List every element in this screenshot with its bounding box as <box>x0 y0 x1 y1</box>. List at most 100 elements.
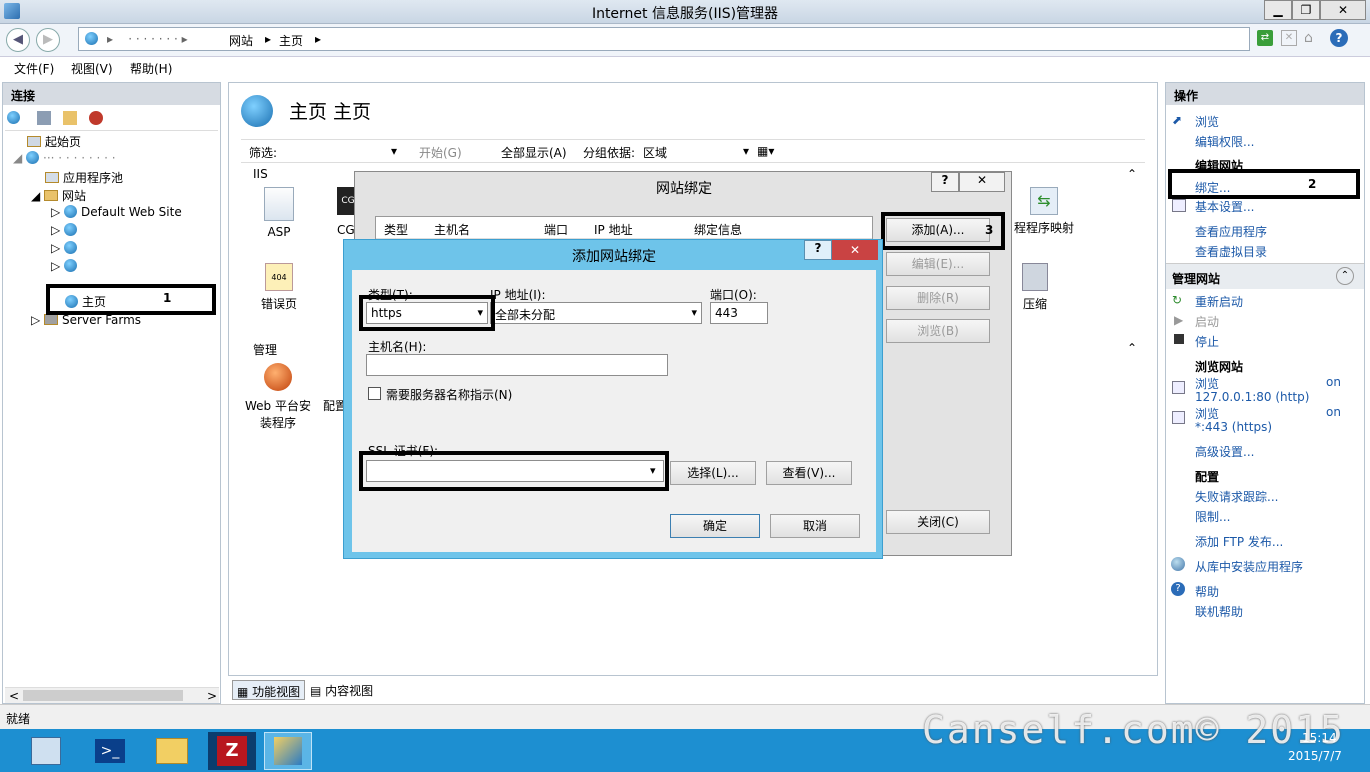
action-start[interactable]: 启动 <box>1195 313 1219 330</box>
action-restart[interactable]: 重新启动 <box>1195 293 1243 310</box>
tree-site-3[interactable]: ▷ <box>51 241 81 255</box>
start-filter-button[interactable]: 开始(G) <box>419 144 462 161</box>
address-seg-sites[interactable]: 网站 <box>229 32 253 49</box>
tray-clock-time[interactable]: 15:14 <box>1302 731 1337 745</box>
col-type[interactable]: 类型 <box>384 221 408 238</box>
action-browse-1-addr[interactable]: 127.0.0.1:80 (http) <box>1195 390 1309 404</box>
action-browse-2-suffix[interactable]: on <box>1326 405 1341 419</box>
server-manager-icon[interactable] <box>22 732 70 770</box>
tree-sites[interactable]: ◢ 网站 <box>31 187 86 204</box>
scroll-left-icon[interactable]: < <box>9 689 19 703</box>
tree-server[interactable]: ◢ ··· · · · · · · · · <box>13 151 116 165</box>
menu-help[interactable]: 帮助(H) <box>130 60 172 77</box>
remove-binding-button[interactable]: 删除(R) <box>886 286 990 310</box>
cancel-button[interactable]: 取消 <box>770 514 860 538</box>
feature-webpi[interactable]: Web 平台安装程序 <box>243 363 313 431</box>
action-advanced-settings[interactable]: 高级设置... <box>1195 443 1254 460</box>
up-icon[interactable] <box>63 111 77 125</box>
view-mode-icon[interactable]: ▦▾ <box>757 144 774 158</box>
settings-icon <box>1172 199 1186 212</box>
tree-site-4[interactable]: ▷ <box>51 259 81 273</box>
page-globe-icon <box>241 95 273 127</box>
action-view-vdirs[interactable]: 查看虚拟目录 <box>1195 243 1267 260</box>
add-binding-help-button[interactable]: ? <box>804 240 832 260</box>
address-seg-home[interactable]: 主页 <box>279 32 303 49</box>
group-by-value[interactable]: 区域 <box>643 144 667 161</box>
action-add-ftp[interactable]: 添加 FTP 发布... <box>1195 533 1283 550</box>
close-bindings-button[interactable]: 关闭(C) <box>886 510 990 534</box>
tree-site-2[interactable]: ▷ <box>51 223 81 237</box>
add-binding-close-x[interactable]: ✕ <box>832 240 878 260</box>
action-failed-requests[interactable]: 失败请求跟踪... <box>1195 488 1278 505</box>
select-cert-button[interactable]: 选择(L)... <box>670 461 756 485</box>
feature-error-pages[interactable]: 404 错误页 <box>259 263 299 312</box>
tab-content-view[interactable]: ▤ 内容视图 <box>310 682 373 699</box>
menu-view[interactable]: 视图(V) <box>71 60 113 77</box>
feature-asp[interactable]: ASP <box>257 187 301 239</box>
tray-clock-date[interactable]: 2015/7/7 <box>1288 749 1342 763</box>
stop-icon[interactable]: ✕ <box>1281 30 1297 46</box>
config-header: 配置 <box>1195 470 1220 484</box>
tree-start-page[interactable]: 起始页 <box>27 133 81 150</box>
action-online-help[interactable]: 联机帮助 <box>1195 603 1243 620</box>
filezilla-icon[interactable]: Z <box>208 732 256 770</box>
action-limits[interactable]: 限制... <box>1195 508 1230 525</box>
action-browse-1-suffix[interactable]: on <box>1326 375 1341 389</box>
browse-binding-button[interactable]: 浏览(B) <box>886 319 990 343</box>
powershell-icon[interactable]: >_ <box>86 732 134 770</box>
iis-manager-taskbar-icon[interactable] <box>264 732 312 770</box>
forward-button[interactable]: ▶ <box>36 28 60 52</box>
action-help[interactable]: 帮助 <box>1195 583 1219 600</box>
home-icon[interactable]: ⌂ <box>1304 30 1320 46</box>
col-port[interactable]: 端口 <box>544 221 568 238</box>
ip-select[interactable]: 全部未分配 ▾ <box>490 302 702 324</box>
tree-server-farms[interactable]: ▷ Server Farms <box>31 313 141 327</box>
action-stop[interactable]: 停止 <box>1195 333 1219 350</box>
connect-icon[interactable] <box>7 111 20 124</box>
col-ip[interactable]: IP 地址 <box>594 221 633 238</box>
tree-app-pools[interactable]: 应用程序池 <box>45 169 123 186</box>
scroll-right-icon[interactable]: > <box>207 689 217 703</box>
title-bar: Internet 信息服务(IIS)管理器 ▁ ❐ ✕ <box>0 0 1370 24</box>
action-basic-settings[interactable]: 基本设置... <box>1195 198 1254 215</box>
tree-default-site[interactable]: ▷ Default Web Site <box>51 205 182 219</box>
close-button[interactable]: ✕ <box>1320 0 1366 20</box>
action-gallery[interactable]: 从库中安装应用程序 <box>1195 558 1303 575</box>
stop-site-icon <box>1174 334 1184 344</box>
collapse-manage-icon[interactable]: ⌃ <box>1127 341 1137 355</box>
group-by-caret[interactable]: ▾ <box>743 144 749 158</box>
minimize-button[interactable]: ▁ <box>1264 0 1292 20</box>
edit-binding-button[interactable]: 编辑(E)... <box>886 252 990 276</box>
refresh-icon[interactable]: ⇄ <box>1257 30 1273 46</box>
collapse-iis-icon[interactable]: ⌃ <box>1127 167 1137 181</box>
explorer-icon[interactable] <box>148 732 196 770</box>
scroll-thumb[interactable] <box>23 690 183 701</box>
site-bindings-help-button[interactable]: ? <box>931 172 959 192</box>
delete-connection-icon[interactable] <box>89 111 103 125</box>
collapse-manage-site-icon[interactable]: ⌃ <box>1336 267 1354 285</box>
feature-compression[interactable]: 压缩 <box>1015 263 1055 312</box>
action-edit-perms[interactable]: 编辑权限... <box>1195 133 1254 150</box>
help-icon[interactable]: ? <box>1330 29 1348 47</box>
address-box[interactable]: ▸ · · · · · · · ▸ 网站 ▸ 主页 ▸ <box>78 27 1250 51</box>
ok-button[interactable]: 确定 <box>670 514 760 538</box>
action-view-apps[interactable]: 查看应用程序 <box>1195 223 1267 240</box>
view-cert-button[interactable]: 查看(V)... <box>766 461 852 485</box>
site-bindings-close-x[interactable]: ✕ <box>959 172 1005 192</box>
col-host[interactable]: 主机名 <box>434 221 470 238</box>
maximize-button[interactable]: ❐ <box>1292 0 1320 20</box>
action-browse-2-addr[interactable]: *:443 (https) <box>1195 420 1272 434</box>
host-input[interactable] <box>366 354 668 376</box>
col-binding-info[interactable]: 绑定信息 <box>694 221 742 238</box>
save-icon[interactable] <box>37 111 51 125</box>
feature-handler-mappings[interactable]: ⇆ 程程序映射 <box>1009 187 1079 236</box>
action-browse[interactable]: 浏览 <box>1195 113 1219 130</box>
back-button[interactable]: ◀ <box>6 28 30 52</box>
tree-scrollbar[interactable]: < > <box>5 687 219 703</box>
menu-file[interactable]: 文件(F) <box>14 60 54 77</box>
tab-features-view[interactable]: ▦ 功能视图 <box>232 680 306 700</box>
sni-checkbox[interactable] <box>368 387 381 400</box>
filter-dropdown[interactable]: ▾ <box>391 144 397 158</box>
show-all-button[interactable]: 全部显示(A) <box>501 144 567 161</box>
port-input[interactable]: 443 <box>710 302 768 324</box>
